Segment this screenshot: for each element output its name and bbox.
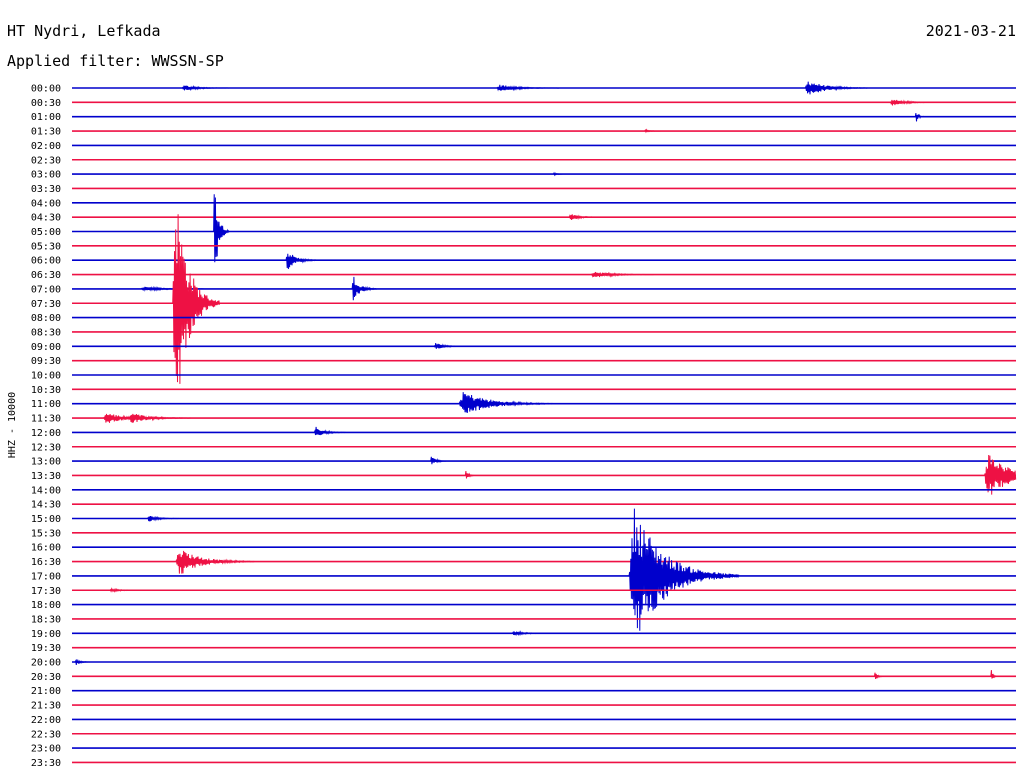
time-label: 18:30: [31, 614, 61, 625]
time-label: 08:30: [31, 327, 61, 338]
time-label: 10:00: [31, 371, 61, 382]
seismic-event: [568, 214, 601, 221]
time-label: 00:00: [31, 84, 61, 95]
channel-label: HHZ - 10000: [7, 392, 18, 458]
time-label: 03:00: [31, 170, 61, 181]
time-label: 16:00: [31, 543, 61, 554]
date-label: 2021-03-21: [926, 22, 1016, 40]
station-title: HT Nydri, Lefkada: [7, 22, 161, 40]
seismic-event: [644, 128, 661, 134]
time-label: 15:00: [31, 514, 61, 525]
seismic-event: [175, 550, 255, 574]
time-label: 12:30: [31, 442, 61, 453]
seismic-event: [628, 508, 740, 631]
filter-label: Applied filter: WWSSN-SP: [7, 52, 224, 70]
time-label: 01:00: [31, 112, 61, 123]
time-label: 02:30: [31, 155, 61, 166]
time-label: 20:30: [31, 672, 61, 683]
seismic-event: [147, 515, 179, 522]
time-label: 21:00: [31, 686, 61, 697]
time-label: 06:00: [31, 256, 61, 267]
seismic-event: [496, 84, 560, 92]
time-label: 05:00: [31, 227, 61, 238]
seismic-event: [512, 630, 544, 637]
time-label: 16:30: [31, 557, 61, 568]
time-label: 06:30: [31, 270, 61, 281]
seismic-event: [351, 276, 378, 301]
time-label: 14:30: [31, 500, 61, 511]
time-label: 11:30: [31, 414, 61, 425]
time-label: 23:00: [31, 744, 61, 755]
time-label: 11:00: [31, 399, 61, 410]
time-label: 17:30: [31, 586, 61, 597]
time-label: 14:00: [31, 485, 61, 496]
seismic-event: [889, 99, 937, 106]
time-label: 07:30: [31, 299, 61, 310]
seismic-event: [172, 214, 220, 384]
time-label: 18:00: [31, 600, 61, 611]
time-label: 12:00: [31, 428, 61, 439]
seismic-event: [990, 670, 998, 679]
time-label: 09:30: [31, 356, 61, 367]
time-label: 20:00: [31, 658, 61, 669]
time-label: 22:30: [31, 729, 61, 740]
time-label: 01:30: [31, 127, 61, 138]
seismic-event: [433, 343, 466, 349]
seismic-event: [313, 426, 346, 436]
time-label: 08:00: [31, 313, 61, 324]
time-label: 21:30: [31, 701, 61, 712]
seismic-event: [458, 392, 554, 413]
seismic-event: [181, 85, 229, 92]
time-label: 13:30: [31, 471, 61, 482]
time-label: 13:00: [31, 457, 61, 468]
seismic-event: [552, 171, 563, 177]
seismic-event: [804, 81, 868, 95]
time-label: 22:00: [31, 715, 61, 726]
seismic-event: [128, 413, 192, 423]
time-label: 04:30: [31, 213, 61, 224]
time-label: 07:00: [31, 284, 61, 295]
time-label: 17:00: [31, 571, 61, 582]
time-label: 10:30: [31, 385, 61, 396]
seismic-event: [873, 672, 884, 679]
trace-rows: 00:00 00:30 01:00 01:30 02:00 02:30 03:00 03:30…: [31, 81, 1017, 769]
seismic-event: [590, 271, 654, 278]
time-label: 19:00: [31, 629, 61, 640]
time-label: 05:30: [31, 241, 61, 252]
time-label: 02:00: [31, 141, 61, 152]
time-label: 04:00: [31, 198, 61, 209]
time-label: 00:30: [31, 98, 61, 109]
seismic-event: [285, 253, 318, 270]
seismic-event: [74, 659, 91, 665]
time-label: 03:30: [31, 184, 61, 195]
seismogram-plot: HT Nydri, Lefkada 2021-03-21 Applied fil…: [7, 22, 1017, 769]
time-label: 19:30: [31, 643, 61, 654]
time-label: 23:30: [31, 758, 61, 769]
seismic-event: [213, 194, 230, 263]
time-label: 15:30: [31, 528, 61, 539]
time-label: 09:00: [31, 342, 61, 353]
